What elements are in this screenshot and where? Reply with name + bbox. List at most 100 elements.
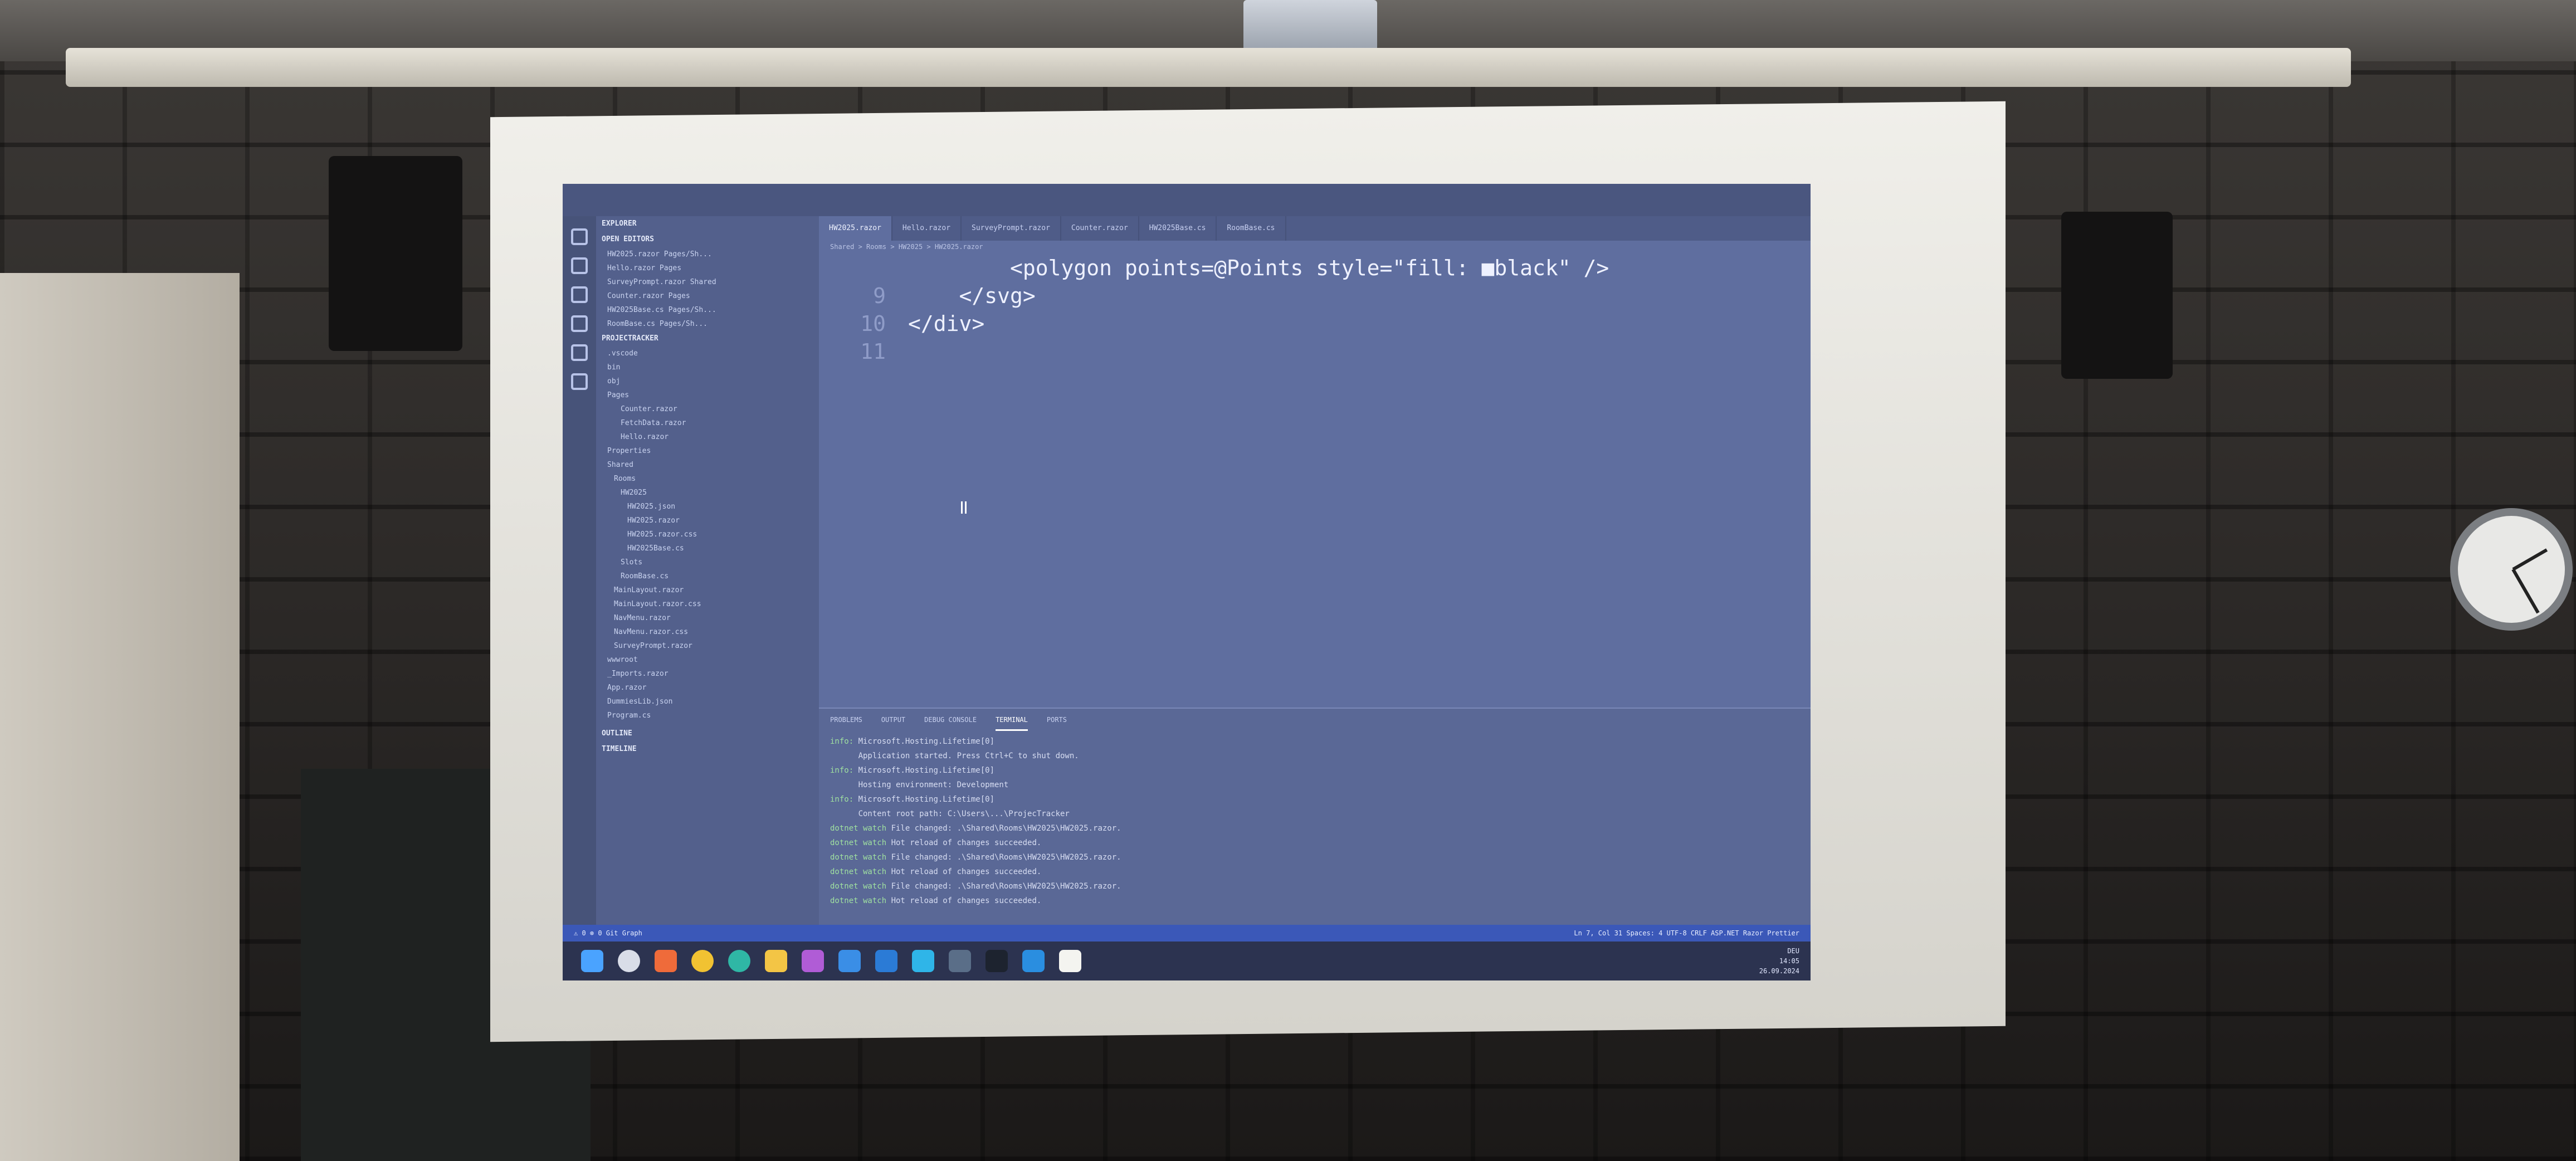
- app-icon[interactable]: [655, 950, 677, 972]
- log-text: Microsoft.Hosting.Lifetime[0]: [858, 766, 995, 775]
- file-tree-item[interactable]: MainLayout.razor.css: [596, 597, 819, 611]
- file-tree: .vscode bin obj Pages Counter.razor FetchData…: [596, 347, 819, 723]
- terminal-line: Application started. Press Ctrl+C to shu…: [830, 749, 1799, 763]
- log-level: info:: [830, 737, 858, 746]
- run-debug-icon[interactable]: [571, 315, 588, 332]
- terminal-app-icon[interactable]: [985, 950, 1008, 972]
- bottom-panel: PROBLEMS OUTPUT DEBUG CONSOLE TERMINAL PORTS…: [819, 708, 1811, 925]
- open-editor-item[interactable]: SurveyPrompt.razor Shared: [596, 275, 819, 289]
- file-tree-item[interactable]: .vscode: [596, 347, 819, 360]
- open-editors-section[interactable]: OPEN EDITORS: [596, 232, 819, 247]
- editor-tab[interactable]: SurveyPrompt.razor: [962, 216, 1061, 241]
- windows-taskbar: DEU 14:05 26.09.2024: [563, 942, 1811, 980]
- start-icon[interactable]: [581, 950, 603, 972]
- open-editor-item[interactable]: RoomBase.cs Pages/Sh...: [596, 317, 819, 331]
- terminal-line: info: Microsoft.Hosting.Lifetime[0]: [830, 763, 1799, 778]
- left-speaker: [329, 156, 462, 351]
- file-tree-item[interactable]: NavMenu.razor: [596, 611, 819, 625]
- app4-icon[interactable]: [912, 950, 934, 972]
- file-tree-item[interactable]: HW2025: [596, 486, 819, 500]
- file-tree-item[interactable]: Counter.razor: [596, 402, 819, 416]
- explorer-icon[interactable]: [571, 228, 588, 245]
- file-tree-item[interactable]: Properties: [596, 444, 819, 458]
- panel-tab[interactable]: DEBUG CONSOLE: [924, 709, 977, 731]
- file-tree-item[interactable]: bin: [596, 360, 819, 374]
- vscode-icon[interactable]: [1022, 950, 1045, 972]
- terminal-line: dotnet watch Hot reload of changes succe…: [830, 865, 1799, 879]
- extensions-icon[interactable]: [571, 344, 588, 361]
- project-section[interactable]: PROJECTRACKER: [596, 331, 819, 347]
- app5-icon[interactable]: [949, 950, 971, 972]
- file-tree-item[interactable]: SurveyPrompt.razor: [596, 639, 819, 653]
- outline-section[interactable]: OUTLINE: [596, 726, 819, 742]
- open-editor-item[interactable]: HW2025.razor Pages/Sh...: [596, 247, 819, 261]
- file-tree-item[interactable]: RoomBase.cs: [596, 569, 819, 583]
- file-tree-item[interactable]: Hello.razor: [596, 430, 819, 444]
- code-editor[interactable]: <polygon points=@Points style="fill: ■bl…: [819, 254, 1788, 633]
- file-tree-item[interactable]: FetchData.razor: [596, 416, 819, 430]
- clock-minute-hand: [2511, 568, 2540, 614]
- source-control-icon[interactable]: [571, 286, 588, 303]
- file-icon[interactable]: [1059, 950, 1081, 972]
- log-text: Application started. Press Ctrl+C to shu…: [830, 752, 1079, 760]
- panel-tab[interactable]: PROBLEMS: [830, 709, 862, 731]
- editor-tab[interactable]: HW2025.razor: [819, 216, 892, 241]
- folder-icon[interactable]: [765, 950, 787, 972]
- panel-tab[interactable]: TERMINAL: [996, 709, 1028, 731]
- file-tree-item[interactable]: DummiesLib.json: [596, 695, 819, 709]
- open-editor-item[interactable]: HW2025Base.cs Pages/Sh...: [596, 303, 819, 317]
- terminal-line: dotnet watch File changed: .\Shared\Room…: [830, 850, 1799, 865]
- timeline-section[interactable]: TIMELINE: [596, 742, 819, 757]
- file-tree-item[interactable]: MainLayout.razor: [596, 583, 819, 597]
- file-tree-item[interactable]: Slots: [596, 555, 819, 569]
- terminal-line: dotnet watch Hot reload of changes succe…: [830, 836, 1799, 850]
- file-tree-item[interactable]: Pages: [596, 388, 819, 402]
- file-tree-item[interactable]: Shared: [596, 458, 819, 472]
- file-tree-item[interactable]: HW2025.json: [596, 500, 819, 514]
- panel-tab[interactable]: OUTPUT: [881, 709, 905, 731]
- code-line: 10 </div>: [819, 310, 984, 338]
- edge-icon[interactable]: [728, 950, 750, 972]
- search-icon[interactable]: [571, 257, 588, 274]
- code-line: <polygon points=@Points style="fill: ■bl…: [819, 254, 1609, 282]
- file-tree-item[interactable]: HW2025.razor.css: [596, 528, 819, 542]
- line-number: 10: [860, 311, 886, 336]
- file-tree-item[interactable]: NavMenu.razor.css: [596, 625, 819, 639]
- status-left[interactable]: ⚠ 0 ⊗ 0 Git Graph: [574, 925, 642, 942]
- log-level: info:: [830, 795, 858, 804]
- file-tree-item[interactable]: obj: [596, 374, 819, 388]
- file-tree-item[interactable]: _Imports.razor: [596, 667, 819, 681]
- app2-icon[interactable]: [802, 950, 824, 972]
- vscode-window: EXPLORER OPEN EDITORS HW2025.razor Pages…: [563, 184, 1811, 980]
- editor-tab[interactable]: Counter.razor: [1061, 216, 1139, 241]
- file-tree-item[interactable]: Program.cs: [596, 709, 819, 723]
- file-tree-item[interactable]: HW2025.razor: [596, 514, 819, 528]
- editor-tab[interactable]: RoomBase.cs: [1217, 216, 1286, 241]
- file-tree-item[interactable]: App.razor: [596, 681, 819, 695]
- explorer-sidebar: EXPLORER OPEN EDITORS HW2025.razor Pages…: [596, 216, 819, 925]
- file-tree-item[interactable]: Rooms: [596, 472, 819, 486]
- breadcrumb[interactable]: Shared > Rooms > HW2025 > HW2025.razor: [830, 243, 983, 251]
- open-editor-item[interactable]: Hello.razor Pages: [596, 261, 819, 275]
- terminal-line: dotnet watch File changed: .\Shared\Room…: [830, 879, 1799, 894]
- file-tree-item[interactable]: wwwroot: [596, 653, 819, 667]
- log-text: Microsoft.Hosting.Lifetime[0]: [858, 795, 995, 804]
- remote-icon[interactable]: [571, 373, 588, 390]
- panel-tab[interactable]: PORTS: [1047, 709, 1067, 731]
- status-right[interactable]: Ln 7, Col 31 Spaces: 4 UTF-8 CRLF ASP.NE…: [1574, 925, 1799, 942]
- store-icon[interactable]: [875, 950, 897, 972]
- log-text: File changed: .\Shared\Rooms\HW2025\HW20…: [891, 853, 1121, 862]
- log-text: Microsoft.Hosting.Lifetime[0]: [858, 737, 995, 746]
- file-tree-item[interactable]: HW2025Base.cs: [596, 542, 819, 555]
- editor-tab[interactable]: Hello.razor: [892, 216, 962, 241]
- code-text: </div>: [908, 311, 985, 336]
- search-taskbar-icon[interactable]: [618, 950, 640, 972]
- terminal-output[interactable]: info: Microsoft.Hosting.Lifetime[0] Appl…: [819, 731, 1811, 911]
- editor-tab[interactable]: HW2025Base.cs: [1139, 216, 1217, 241]
- app3-icon[interactable]: [838, 950, 861, 972]
- open-editor-item[interactable]: Counter.razor Pages: [596, 289, 819, 303]
- log-text: Content root path: C:\Users\...\ProjecTr…: [830, 809, 1070, 818]
- chrome-icon[interactable]: [691, 950, 714, 972]
- system-tray[interactable]: DEU 14:05 26.09.2024: [1759, 946, 1799, 976]
- title-bar: [563, 184, 1811, 216]
